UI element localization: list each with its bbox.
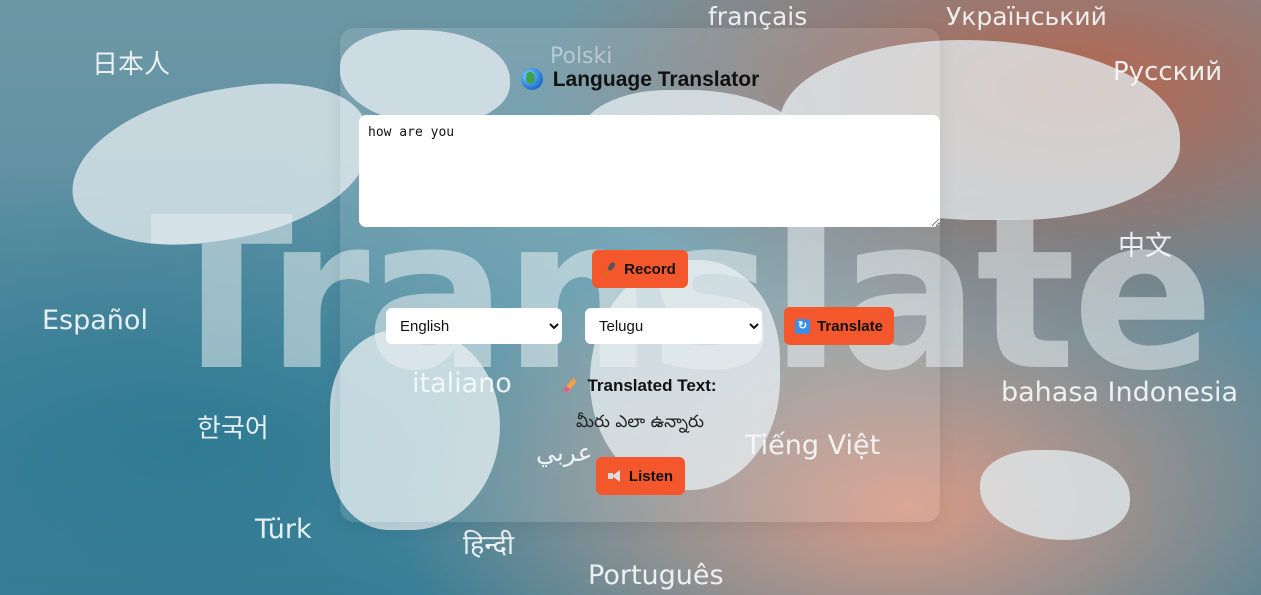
translated-text: మీరు ఎలా ఉన్నారు: [575, 412, 705, 432]
map-australia: [980, 450, 1130, 540]
target-language-select[interactable]: Telugu: [585, 308, 762, 344]
listen-button-label: Listen: [628, 467, 674, 485]
lang-label: Український: [946, 2, 1107, 31]
record-button-label: Record: [624, 260, 676, 278]
lang-label: bahasa Indonesia: [1001, 377, 1239, 408]
translate-button-label: Translate: [817, 317, 883, 335]
lang-label: 한국어: [197, 414, 269, 444]
lang-label: Español: [42, 305, 148, 336]
output-heading-text: Translated Text:: [587, 376, 717, 395]
lang-label: 日本人: [92, 50, 171, 80]
speaker-icon: [607, 470, 622, 482]
lang-label: 中文: [1118, 231, 1172, 262]
pencil-icon: [563, 377, 579, 393]
source-language-select[interactable]: English: [386, 308, 562, 344]
record-button[interactable]: Record: [592, 250, 688, 288]
lang-label: français: [708, 2, 808, 31]
page-title-text: Language Translator: [552, 68, 760, 91]
source-text-input[interactable]: how are you: [359, 115, 940, 227]
output-heading: Translated Text:: [340, 376, 940, 396]
lang-label: Русский: [1113, 57, 1223, 87]
translate-button[interactable]: ↻ Translate: [784, 307, 894, 345]
lang-label: Português: [588, 560, 724, 591]
microphone-icon: [604, 262, 618, 276]
refresh-icon: ↻: [795, 318, 811, 334]
lang-label: हिन्दी: [463, 530, 515, 561]
lang-label: Türk: [255, 514, 312, 545]
listen-button[interactable]: Listen: [596, 457, 685, 495]
page-title: Language Translator: [340, 68, 940, 92]
globe-icon: [520, 68, 543, 90]
